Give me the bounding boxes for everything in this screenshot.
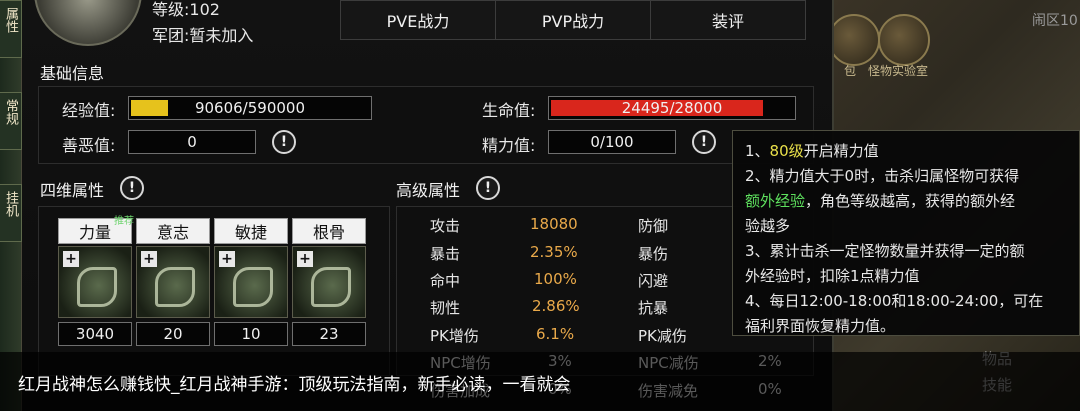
bag-label: 包	[844, 64, 857, 78]
tooltip-line: 额外经验，角色等级越高，获得的额外经	[745, 192, 1016, 210]
tab-pvp-power[interactable]: PVP战力	[496, 1, 651, 39]
adv-name: 闪避	[638, 272, 669, 290]
attr-value: 3040	[58, 322, 132, 346]
energy-info-icon[interactable]: !	[692, 130, 716, 154]
attr-value: 10	[214, 322, 288, 346]
adv-name: PK减伤	[638, 327, 687, 345]
bag-button[interactable]	[828, 14, 880, 66]
karma-value: 0	[187, 133, 197, 151]
adv-name: 暴击	[430, 245, 461, 263]
monster-lab-button[interactable]	[878, 14, 930, 66]
caption-overlay: NPC增伤 3% NPC减伤 2% 伤害加成 0% 伤害减免 0% 红月战神怎么…	[0, 352, 1080, 411]
avatar	[34, 0, 142, 46]
adv-name: 防御	[638, 217, 669, 235]
adv-value: 2.86%	[532, 297, 580, 315]
tab-pve-power[interactable]: PVE战力	[341, 1, 496, 39]
side-tab-label: 挂机	[3, 191, 18, 217]
energy-value: 0/100	[590, 133, 634, 151]
tooltip-line: 1、80级开启精力值	[745, 142, 879, 160]
karma-field: 0	[128, 130, 256, 154]
attr-name: 敏捷	[214, 218, 288, 244]
adv-name: 韧性	[430, 299, 461, 317]
attr-will: 意志 + 20	[136, 218, 210, 346]
basic-info-title: 基础信息	[40, 64, 105, 83]
caption-text: 红月战神怎么赚钱快_红月战神手游：顶级玩法指南，新手必读，一看就会	[18, 375, 571, 395]
side-tab-label: 常规	[3, 99, 18, 125]
tooltip-line: 2、精力值大于0时，击杀归属怪物可获得	[745, 167, 1020, 185]
character-level: 等级:102	[152, 0, 220, 19]
tooltip-line: 外经验时，扣除1点精力值	[745, 267, 920, 285]
add-point-icon[interactable]: +	[297, 251, 313, 267]
power-tab-bar: PVE战力 PVP战力 装评	[340, 0, 806, 40]
add-point-icon[interactable]: +	[63, 251, 79, 267]
advanced-title: 高级属性	[396, 181, 461, 200]
faded-adv-name: NPC增伤	[430, 354, 491, 372]
adv-name: 暴伤	[638, 245, 669, 263]
side-tab-strip: 属性 常规 挂机	[0, 0, 22, 411]
hp-bar: 24495/28000	[548, 96, 796, 120]
adv-name: 攻击	[430, 217, 461, 235]
hp-label: 生命值:	[482, 101, 536, 120]
exp-bar-fill	[131, 100, 168, 116]
side-tab-afk[interactable]: 挂机	[0, 184, 22, 242]
zone-label: 闹区10	[1032, 13, 1078, 29]
advanced-info-icon[interactable]: !	[476, 176, 500, 200]
will-icon: +	[136, 246, 210, 318]
adv-value: 2.35%	[530, 243, 578, 261]
adv-value: 100%	[534, 270, 577, 288]
four-dim-title: 四维属性	[40, 181, 105, 200]
adv-value: 6.1%	[536, 325, 575, 343]
side-tab-label: 属性	[3, 7, 18, 33]
add-point-icon[interactable]: +	[141, 251, 157, 267]
attr-agility: 敏捷 + 10	[214, 218, 288, 346]
adv-name: 抗暴	[638, 299, 669, 317]
exp-bar: 90606/590000	[128, 96, 372, 120]
character-info-panel: 等级:102 军团:暂未加入 PVE战力 PVP战力 装评 基础信息 经验值: …	[22, 0, 834, 411]
energy-tooltip: 1、80级开启精力值 2、精力值大于0时，击杀归属怪物可获得 额外经验，角色等级…	[732, 130, 1080, 336]
character-guild: 军团:暂未加入	[152, 26, 254, 45]
adv-name: 命中	[430, 272, 461, 290]
energy-field: 0/100	[548, 130, 676, 154]
attr-strength: 力量 + 3040	[58, 218, 132, 346]
tooltip-line: 福利界面恢复精力值。	[745, 317, 896, 335]
faded-adv-value: 3%	[548, 352, 572, 370]
karma-info-icon[interactable]: !	[272, 130, 296, 154]
monster-lab-label: 怪物实验室	[868, 64, 929, 78]
agility-icon: +	[214, 246, 288, 318]
side-tab-attributes[interactable]: 属性	[0, 0, 22, 58]
attr-value: 20	[136, 322, 210, 346]
faded-adv-value: 0%	[758, 380, 782, 398]
attr-value: 23	[292, 322, 366, 346]
exp-value: 90606/590000	[194, 99, 306, 117]
strength-icon: +	[58, 246, 132, 318]
four-dim-info-icon[interactable]: !	[120, 176, 144, 200]
recommend-badge: 推荐	[114, 216, 134, 227]
exp-label: 经验值:	[62, 101, 116, 120]
attr-name: 根骨	[292, 218, 366, 244]
adv-value: 18080	[530, 215, 578, 233]
tooltip-line: 4、每日12:00-18:00和18:00-24:00，可在	[745, 292, 1044, 310]
add-point-icon[interactable]: +	[219, 251, 235, 267]
karma-label: 善恶值:	[62, 136, 116, 155]
adv-name: PK增伤	[430, 327, 479, 345]
hp-value: 24495/28000	[621, 99, 723, 117]
side-tab-general[interactable]: 常规	[0, 92, 22, 150]
tooltip-line: 验越多	[745, 217, 791, 235]
faded-adv-name: NPC减伤	[638, 354, 699, 372]
faded-adv-value: 2%	[758, 352, 782, 370]
attr-constitution: 根骨 + 23	[292, 218, 366, 346]
faded-adv-name: 伤害减免	[638, 382, 699, 400]
tooltip-line: 3、累计击杀一定怪物数量并获得一定的额	[745, 242, 1025, 260]
tab-gear-score[interactable]: 装评	[651, 1, 805, 39]
constitution-icon: +	[292, 246, 366, 318]
energy-label: 精力值:	[482, 136, 536, 155]
attr-name: 意志	[136, 218, 210, 244]
